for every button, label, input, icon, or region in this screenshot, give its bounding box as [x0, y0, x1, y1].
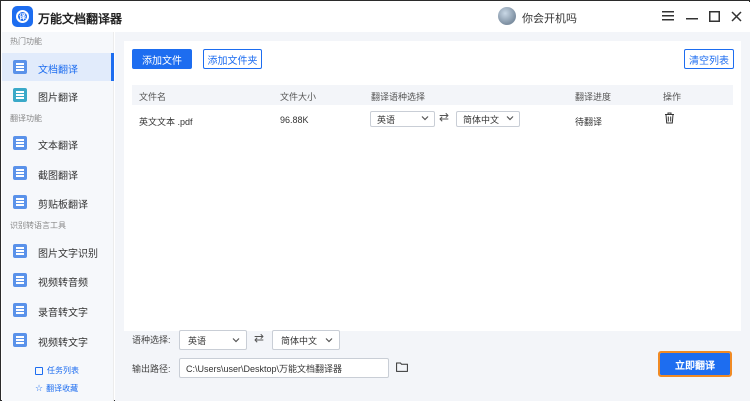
section-label-hot: 热门功能: [10, 37, 42, 46]
add-folder-button[interactable]: 添加文件夹: [203, 49, 262, 69]
sidebar-item-label: 剪贴板翻译: [38, 200, 88, 211]
sidebar-item-label: 录音转文字: [38, 308, 88, 319]
chevron-down-icon: [506, 116, 514, 121]
sidebar-item-label: 图片文字识别: [38, 249, 98, 260]
lang-select-label: 语种选择:: [132, 335, 171, 345]
col-action: 操作: [663, 92, 682, 102]
col-filename: 文件名: [139, 92, 167, 102]
row-progress: 待翻译: [575, 117, 603, 127]
sidebar-item-clipboard-translate[interactable]: 剪贴板翻译: [2, 188, 114, 216]
chevron-down-icon: [232, 338, 240, 343]
col-filesize: 文件大小: [280, 92, 317, 102]
swap-icon[interactable]: ⇄: [254, 331, 264, 345]
clear-list-button[interactable]: 清空列表: [684, 49, 734, 69]
output-path-label: 输出路径:: [132, 364, 171, 374]
sidebar-item-image-ocr[interactable]: 图片文字识别: [2, 237, 114, 265]
row-filename: 英文文本 .pdf: [139, 117, 193, 127]
star-icon: ☆: [35, 383, 44, 393]
document-icon: [13, 60, 27, 74]
trash-icon[interactable]: [664, 112, 675, 127]
app-window: 译 万能文档翻译器 你会开机吗 热门功能 文档翻译 图片翻译 翻译功能 文本翻译…: [0, 0, 750, 401]
text-icon: [13, 136, 27, 150]
sidebar-item-video-to-audio[interactable]: 视频转音频: [2, 266, 114, 294]
file-panel: 添加文件 添加文件夹 清空列表 文件名 文件大小 翻译语种选择 翻译进度 操作 …: [124, 41, 741, 331]
sidebar-item-label: 视频转音频: [38, 278, 88, 289]
main-area: 添加文件 添加文件夹 清空列表 文件名 文件大小 翻译语种选择 翻译进度 操作 …: [115, 32, 750, 401]
folder-icon[interactable]: [396, 362, 408, 375]
sidebar-item-label: 截图翻译: [38, 171, 78, 182]
col-progress: 翻译进度: [575, 92, 612, 102]
sidebar-item-document-translate[interactable]: 文档翻译: [2, 53, 114, 81]
sidebar-item-screenshot-translate[interactable]: 截图翻译: [2, 159, 114, 187]
sidebar-item-image-translate[interactable]: 图片翻译: [2, 81, 114, 109]
sidebar-item-label: 文档翻译: [38, 65, 78, 76]
translate-favorites-link[interactable]: ☆ 翻译收藏: [35, 383, 78, 394]
sidebar-item-record-to-text[interactable]: 录音转文字: [2, 296, 114, 324]
table-header: 文件名 文件大小 翻译语种选择 翻译进度 操作: [132, 85, 733, 105]
maximize-icon[interactable]: [704, 6, 724, 26]
username[interactable]: 你会开机吗: [522, 10, 577, 26]
menu-icon[interactable]: [658, 6, 678, 26]
sidebar-item-text-translate[interactable]: 文本翻译: [2, 129, 114, 157]
app-logo-icon: 译: [12, 6, 33, 27]
chevron-down-icon: [325, 338, 333, 343]
source-lang-select[interactable]: 英语: [179, 330, 247, 350]
screenshot-icon: [13, 166, 27, 180]
section-label-translate: 翻译功能: [10, 114, 42, 123]
image-icon: [13, 88, 27, 102]
translate-now-button[interactable]: 立即翻译: [658, 351, 732, 377]
row-source-lang-select[interactable]: 英语: [370, 111, 435, 127]
title-bar: 译 万能文档翻译器 你会开机吗: [2, 2, 750, 32]
app-title: 万能文档翻译器: [38, 12, 123, 26]
close-icon[interactable]: [726, 6, 746, 26]
sidebar-item-label: 图片翻译: [38, 93, 78, 104]
sidebar-item-label: 文本翻译: [38, 141, 78, 152]
clipboard-icon: [13, 195, 27, 209]
video-text-icon: [13, 333, 27, 347]
sidebar: 热门功能 文档翻译 图片翻译 翻译功能 文本翻译 截图翻译 剪贴板翻译 识别转语…: [2, 32, 114, 401]
video-audio-icon: [13, 273, 27, 287]
row-target-lang-select[interactable]: 简体中文: [456, 111, 520, 127]
record-icon: [13, 303, 27, 317]
section-label-recognition: 识别转语言工具: [10, 221, 66, 230]
task-list-link[interactable]: 任务列表: [35, 365, 79, 376]
row-filesize: 96.88K: [280, 115, 309, 125]
add-file-button[interactable]: 添加文件: [132, 49, 192, 69]
task-list-icon: [35, 366, 43, 375]
row-swap-icon[interactable]: ⇄: [439, 110, 449, 124]
output-path-input[interactable]: C:\Users\user\Desktop\万能文档翻译器: [179, 358, 389, 378]
sidebar-item-video-to-text[interactable]: 视频转文字: [2, 326, 114, 354]
avatar[interactable]: [498, 7, 516, 25]
ocr-icon: [13, 244, 27, 258]
chevron-down-icon: [421, 116, 429, 121]
sidebar-item-label: 视频转文字: [38, 338, 88, 349]
col-language: 翻译语种选择: [371, 92, 426, 102]
minimize-icon[interactable]: [682, 6, 702, 26]
target-lang-select[interactable]: 简体中文: [272, 330, 340, 350]
